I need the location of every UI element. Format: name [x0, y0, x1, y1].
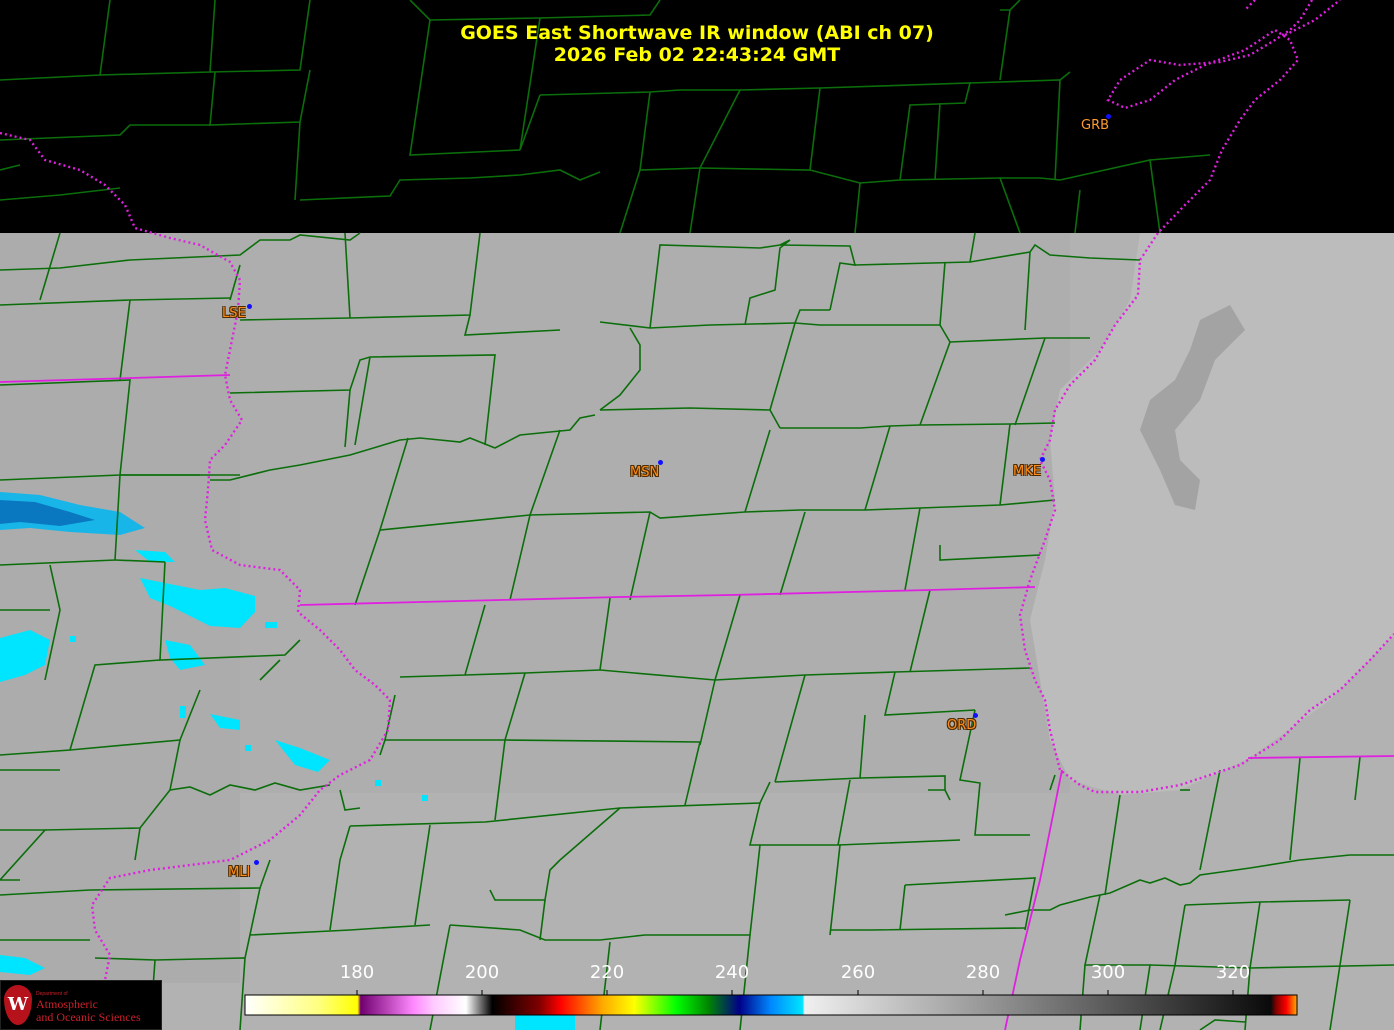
colorbar-tick-label: 180	[339, 962, 375, 983]
station-label-mli: MLI	[228, 865, 251, 880]
colorbar-tick-label: 240	[714, 962, 750, 983]
aos-logo: W Department of Atmospheric and Oceanic …	[0, 980, 162, 1030]
station-label-grb: GRB	[1081, 118, 1110, 133]
station-dot-mke	[1040, 457, 1045, 462]
image-title: GOES East Shortwave IR window (ABI ch 07…	[460, 22, 934, 44]
colorbar-tick-label: 260	[840, 962, 876, 983]
station-dot-mli	[254, 860, 259, 865]
station-label-ord: ORD	[947, 718, 977, 733]
colorbar-tick-label: 300	[1090, 962, 1126, 983]
uw-crest-icon: W	[4, 985, 32, 1025]
station-label-msn: MSN	[630, 465, 660, 480]
colorbar-tick-label: 200	[464, 962, 500, 983]
colorbar-tick-label: 320	[1215, 962, 1251, 983]
map-canvas	[0, 0, 1394, 1030]
station-label-mke: MKE	[1013, 464, 1041, 479]
station-label-lse: LSE	[222, 306, 246, 321]
colorbar-tick-label: 280	[965, 962, 1001, 983]
station-dot-lse	[247, 304, 252, 309]
colorbar-tick-label: 220	[589, 962, 625, 983]
logo-line2: and Oceanic Sciences	[36, 1010, 141, 1024]
colorbar	[244, 994, 1298, 1016]
satellite-image-viewer: GOES East Shortwave IR window (ABI ch 07…	[0, 0, 1394, 1030]
image-timestamp: 2026 Feb 02 22:43:24 GMT	[553, 44, 841, 66]
